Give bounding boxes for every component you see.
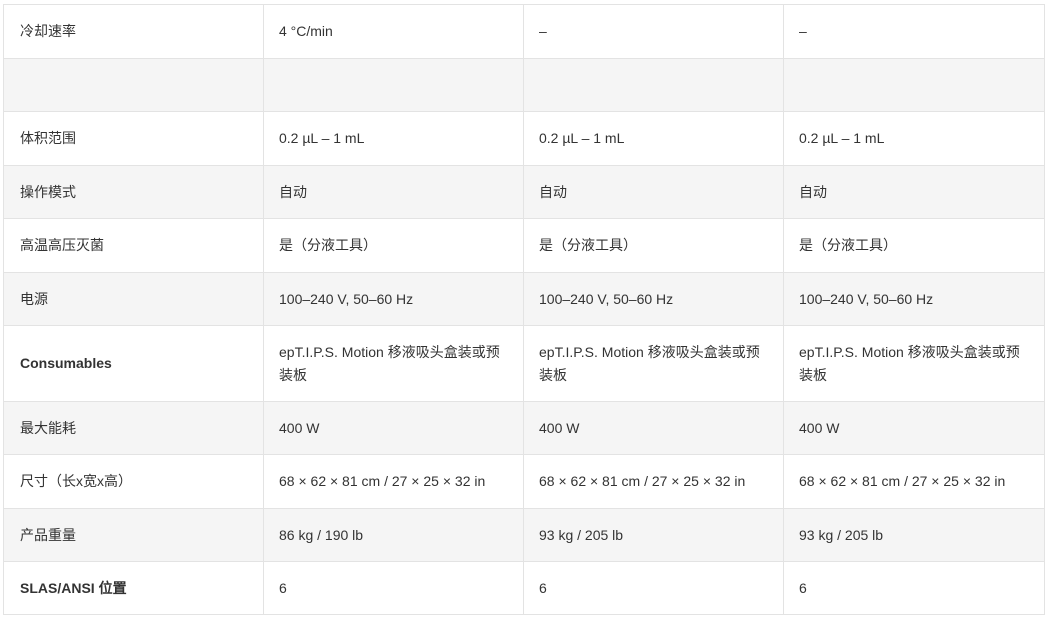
cell-value: 6 [783, 561, 1045, 615]
row-label: 最大能耗 [3, 401, 264, 455]
cell-value: 自动 [783, 165, 1045, 219]
cell-value: 是（分液工具） [263, 218, 524, 273]
cell-value: 6 [263, 561, 524, 615]
spec-row-volume-range: 体积范围 0.2 µL – 1 mL 0.2 µL – 1 mL 0.2 µL … [3, 111, 1045, 166]
spec-table: 冷却速率 4 °C/min – – 体积范围 0.2 µL – 1 mL 0.2… [3, 4, 1045, 615]
cell-value: 0.2 µL – 1 mL [523, 111, 784, 166]
cell-value: 100–240 V, 50–60 Hz [783, 272, 1045, 326]
row-label: 产品重量 [3, 508, 264, 562]
cell-value: 68 × 62 × 81 cm / 27 × 25 × 32 in [263, 454, 524, 509]
row-label: 电源 [3, 272, 264, 326]
cell-value: 400 W [783, 401, 1045, 455]
cell-value: 100–240 V, 50–60 Hz [523, 272, 784, 326]
spec-row-operation-mode: 操作模式 自动 自动 自动 [3, 165, 1045, 219]
spec-row-power-supply: 电源 100–240 V, 50–60 Hz 100–240 V, 50–60 … [3, 272, 1045, 326]
spec-row-spacer [3, 58, 1045, 112]
spec-row-autoclave: 高温高压灭菌 是（分液工具） 是（分液工具） 是（分液工具） [3, 218, 1045, 273]
cell-value: 400 W [263, 401, 524, 455]
cell-value: 100–240 V, 50–60 Hz [263, 272, 524, 326]
row-label: 尺寸（长x宽x高） [3, 454, 264, 509]
cell-value: 是（分液工具） [523, 218, 784, 273]
cell-value: – [523, 4, 784, 59]
cell-value: epT.I.P.S. Motion 移液吸头盒装或预装板 [263, 325, 524, 402]
row-label: 体积范围 [3, 111, 264, 166]
spec-row-consumables: Consumables epT.I.P.S. Motion 移液吸头盒装或预装板… [3, 325, 1045, 402]
cell-value: 400 W [523, 401, 784, 455]
cell-value: epT.I.P.S. Motion 移液吸头盒装或预装板 [783, 325, 1045, 402]
cell-value: 自动 [523, 165, 784, 219]
cell-value: 68 × 62 × 81 cm / 27 × 25 × 32 in [783, 454, 1045, 509]
spec-row-max-power: 最大能耗 400 W 400 W 400 W [3, 401, 1045, 455]
cell-value [263, 58, 524, 112]
cell-value: 4 °C/min [263, 4, 524, 59]
spec-row-cooling-rate: 冷却速率 4 °C/min – – [3, 4, 1045, 59]
row-label [3, 58, 264, 112]
cell-value: 0.2 µL – 1 mL [263, 111, 524, 166]
cell-value: 86 kg / 190 lb [263, 508, 524, 562]
cell-value [783, 58, 1045, 112]
row-label: Consumables [3, 325, 264, 402]
spec-row-weight: 产品重量 86 kg / 190 lb 93 kg / 205 lb 93 kg… [3, 508, 1045, 562]
cell-value: epT.I.P.S. Motion 移液吸头盒装或预装板 [523, 325, 784, 402]
row-label: 操作模式 [3, 165, 264, 219]
row-label: 高温高压灭菌 [3, 218, 264, 273]
cell-value: 93 kg / 205 lb [783, 508, 1045, 562]
spec-row-slas-positions: SLAS/ANSI 位置 6 6 6 [3, 561, 1045, 615]
row-label: SLAS/ANSI 位置 [3, 561, 264, 615]
cell-value: 68 × 62 × 81 cm / 27 × 25 × 32 in [523, 454, 784, 509]
cell-value: 93 kg / 205 lb [523, 508, 784, 562]
cell-value: 6 [523, 561, 784, 615]
cell-value: 是（分液工具） [783, 218, 1045, 273]
spec-row-dimensions: 尺寸（长x宽x高） 68 × 62 × 81 cm / 27 × 25 × 32… [3, 454, 1045, 509]
cell-value: – [783, 4, 1045, 59]
cell-value: 0.2 µL – 1 mL [783, 111, 1045, 166]
row-label: 冷却速率 [3, 4, 264, 59]
cell-value: 自动 [263, 165, 524, 219]
cell-value [523, 58, 784, 112]
